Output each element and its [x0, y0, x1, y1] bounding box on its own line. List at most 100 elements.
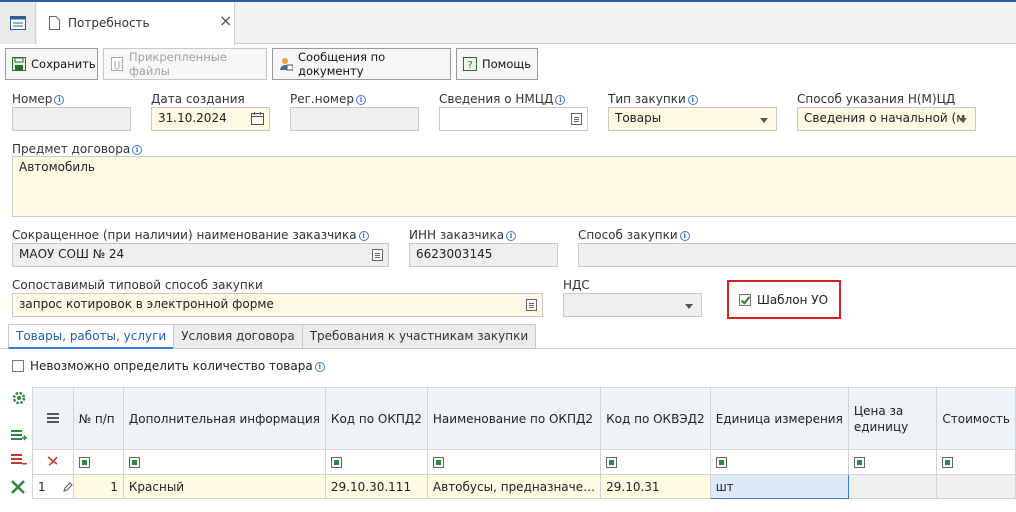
template-label: Шаблон УО	[757, 293, 829, 307]
tab-title: Потребность	[68, 16, 150, 30]
info-icon[interactable]: i	[358, 231, 369, 241]
filter-num[interactable]	[72, 449, 124, 475]
content-tabs: Товары, работы, услуги Условия договора …	[8, 324, 537, 349]
table-row[interactable]: 1 1 Красный 29.10.30.111 Автобусы, предн…	[32, 474, 1016, 499]
filter-info[interactable]	[122, 449, 326, 475]
checkbox-icon[interactable]	[12, 360, 24, 372]
price-method-select[interactable]: Сведения о начальной (м	[797, 107, 976, 131]
save-icon	[12, 57, 26, 71]
info-icon[interactable]: i	[355, 95, 366, 105]
vat-label: НДС	[563, 278, 590, 292]
customer-label: Сокращенное (при наличии) наименование з…	[12, 228, 369, 242]
chevron-down-icon[interactable]	[685, 304, 693, 309]
tab-contract-terms[interactable]: Условия договора	[173, 324, 303, 349]
col-header-okved[interactable]: Код по ОКВЭД2	[600, 387, 711, 450]
add-row-icon[interactable]	[10, 427, 28, 445]
chevron-down-icon[interactable]	[959, 118, 967, 123]
delete-row-icon[interactable]	[10, 451, 28, 469]
number-field[interactable]	[12, 107, 131, 131]
purchase-type-select[interactable]: Товары	[608, 107, 777, 131]
attachments-label: Прикрепленные файлы	[129, 50, 227, 78]
cell-info[interactable]: Красный	[122, 474, 326, 499]
cell-okpd-name[interactable]: Автобусы, предназначе…	[426, 474, 602, 499]
cell-unit[interactable]: шт	[709, 474, 849, 499]
customer-field[interactable]: МАОУ СОШ № 24	[12, 243, 389, 267]
messages-button[interactable]: Сообщения по документу	[272, 48, 451, 80]
col-header-okpd-name[interactable]: Наименование по ОКПД2	[426, 387, 602, 450]
price-method-label: Способ указания Н(М)ЦД	[797, 92, 956, 106]
cell-cost[interactable]	[936, 474, 1016, 499]
info-icon[interactable]: i	[687, 95, 698, 105]
filter-price[interactable]	[847, 449, 938, 475]
regnum-label: Рег.номер i	[290, 92, 366, 106]
nmcd-label: Сведения о НМЦД i	[439, 92, 566, 106]
settings-gear-icon[interactable]	[10, 389, 28, 407]
help-button[interactable]: ? Помощь	[456, 48, 538, 80]
tab-goods[interactable]: Товары, работы, услуги	[8, 324, 175, 349]
lookup-icon[interactable]	[571, 113, 582, 125]
close-icon[interactable]: ×	[219, 13, 232, 29]
col-header-cost[interactable]: Стоимость	[936, 387, 1016, 450]
col-header-okpd[interactable]: Код по ОКПД2	[324, 387, 428, 450]
clear-filter-icon[interactable]	[32, 449, 74, 475]
typical-method-value: запрос котировок в электронной форме	[19, 297, 274, 311]
svg-text:?: ?	[467, 60, 472, 71]
purchase-type-label: Тип закупки i	[608, 92, 698, 106]
app-menu-icon[interactable]	[0, 2, 36, 44]
checkbox-checked-icon[interactable]	[739, 294, 751, 306]
cell-okpd[interactable]: 29.10.30.111	[324, 474, 428, 499]
grid-header-row: № п/п Дополнительная информация Код по О…	[32, 387, 1016, 450]
created-date-field[interactable]: 31.10.2024	[151, 107, 270, 131]
template-checkbox[interactable]: Шаблон УО	[739, 293, 828, 307]
cell-price[interactable]	[847, 474, 938, 499]
cell-num[interactable]: 1	[72, 474, 124, 499]
document-icon	[49, 16, 60, 33]
row-index-cell[interactable]: 1	[32, 474, 74, 499]
filter-okpd-name[interactable]	[426, 449, 602, 475]
info-icon[interactable]: i	[506, 231, 517, 241]
help-icon: ?	[463, 57, 477, 71]
filter-unit[interactable]	[709, 449, 849, 475]
messages-label: Сообщения по документу	[298, 50, 386, 78]
typical-method-field[interactable]: запрос котировок в электронной форме	[12, 293, 543, 317]
info-icon[interactable]: i	[555, 95, 566, 105]
filter-okpd[interactable]	[324, 449, 428, 475]
inn-field[interactable]: 6623003145	[409, 243, 558, 267]
edit-pencil-icon[interactable]	[63, 481, 73, 492]
qty-label: Невозможно определить количество товара	[30, 359, 313, 373]
info-icon[interactable]: i	[679, 231, 690, 241]
save-label: Сохранить	[31, 57, 96, 71]
filter-okved[interactable]	[600, 449, 711, 475]
nmcd-field[interactable]	[439, 107, 588, 131]
subject-textarea[interactable]: Автомобиль	[12, 156, 1016, 217]
excel-export-icon[interactable]	[10, 478, 28, 496]
col-header-num[interactable]: № п/п	[72, 387, 124, 450]
created-date-value: 31.10.2024	[158, 111, 227, 125]
col-header-price[interactable]: Цена за единицу	[847, 387, 938, 450]
col-header-info[interactable]: Дополнительная информация	[122, 387, 326, 450]
column-menu-icon[interactable]	[32, 387, 74, 450]
calendar-icon[interactable]	[251, 112, 264, 125]
user-message-icon	[280, 58, 293, 71]
lookup-icon[interactable]	[526, 299, 537, 311]
attachments-button[interactable]: Прикрепленные файлы	[103, 48, 267, 80]
method-field[interactable]	[578, 243, 1016, 267]
lookup-icon[interactable]	[372, 249, 383, 261]
filter-cost[interactable]	[936, 449, 1016, 475]
row-index: 1	[38, 479, 46, 494]
tab-participant-requirements[interactable]: Требования к участникам закупки	[301, 324, 537, 349]
save-button[interactable]: Сохранить	[5, 48, 98, 80]
info-icon[interactable]: i	[132, 145, 143, 155]
number-label: Номер i	[12, 92, 65, 106]
info-icon[interactable]: i	[54, 95, 65, 105]
help-label: Помощь	[482, 57, 532, 71]
info-icon[interactable]: i	[313, 359, 325, 373]
cell-okved[interactable]: 29.10.31	[600, 474, 711, 499]
regnum-field[interactable]	[290, 107, 419, 131]
col-header-unit[interactable]: Единица измерения	[709, 387, 849, 450]
chevron-down-icon[interactable]	[760, 118, 768, 123]
qty-checkbox[interactable]: Невозможно определить количество товара …	[12, 359, 325, 373]
vat-select[interactable]	[563, 293, 702, 317]
tab-document[interactable]: Потребность ×	[37, 2, 235, 45]
goods-grid: № п/п Дополнительная информация Код по О…	[32, 387, 1016, 499]
